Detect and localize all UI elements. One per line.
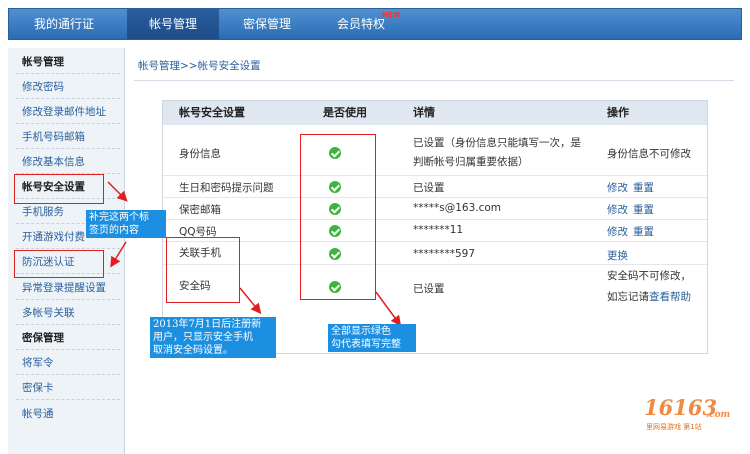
sidebar-divider [16, 399, 120, 400]
annotation-note-safecode: 2013年7月1日后注册新 用户，只显示安全手机 取消安全码设置。 [150, 317, 276, 358]
logo-tagline: 里网易游戏 第1站 [646, 423, 702, 431]
sidebar-item-security-card[interactable]: 密保卡 [8, 379, 124, 397]
row-identity-detail-line2: 判断帐号归属重要依据） [413, 156, 529, 168]
table-row-divider [163, 175, 707, 176]
note-line: 用户，只显示安全手机 [153, 332, 253, 343]
table-header: 帐号安全设置 是否使用 详情 操作 [163, 101, 707, 125]
logo-suffix: .com [706, 410, 731, 420]
note-line: 签页的内容 [89, 225, 139, 236]
sidebar-item-multi-account[interactable]: 多帐号关联 [8, 304, 124, 322]
row-identity-name: 身份信息 [179, 148, 221, 160]
sidebar-heading-security: 密保管理 [22, 332, 64, 344]
row-identity-detail-line1: 已设置（身份信息只能填写一次，是 [413, 137, 581, 149]
table-row-divider [163, 197, 707, 198]
note-line: 补完这两个标 [89, 212, 149, 223]
tab-my-passport[interactable]: 我的通行证 [9, 9, 119, 39]
column-header-in-use: 是否使用 [323, 106, 367, 119]
tab-account-management[interactable]: 帐号管理 [127, 9, 219, 39]
sidebar-divider [16, 299, 120, 300]
sidebar-item-mobile-email[interactable]: 手机号码邮箱 [8, 128, 124, 146]
table-row-divider [163, 241, 707, 242]
highlight-box-phone-safecode [166, 237, 240, 303]
tab-security-management[interactable]: 密保管理 [221, 9, 313, 39]
note-line: 2013年7月1日后注册新 [153, 319, 262, 330]
sidebar-divider [16, 148, 120, 149]
breadcrumb-divider [134, 80, 734, 81]
breadcrumb[interactable]: 帐号管理>>帐号安全设置 [138, 58, 261, 73]
highlight-box-anti-addiction [14, 250, 104, 278]
row-birthday-name: 生日和密码提示问题 [179, 182, 274, 194]
sidebar-item-abnormal-login[interactable]: 异常登录提醒设置 [8, 279, 124, 297]
modify-email-link[interactable]: 修改 [607, 202, 628, 217]
highlight-box-account-security [14, 174, 104, 204]
sidebar-divider [16, 98, 120, 99]
safecode-forgot-text: 如忘记请 [607, 291, 649, 303]
note-line: 勾代表填写完整 [331, 339, 401, 350]
column-header-setting: 帐号安全设置 [179, 106, 245, 119]
reset-qq-link[interactable]: 重置 [633, 224, 654, 239]
sidebar-divider [16, 123, 120, 124]
row-email-name: 保密邮箱 [179, 204, 221, 216]
annotation-note-tabs: 补完这两个标 签页的内容 [86, 210, 166, 238]
sidebar-heading-account: 帐号管理 [22, 56, 64, 68]
row-safecode-op-line2: 如忘记请查看帮助 [607, 289, 691, 304]
annotation-note-green: 全部显示绿色 勾代表填写完整 [328, 324, 416, 352]
column-header-actions: 操作 [607, 106, 629, 119]
row-email-detail: *****s@163.com [413, 202, 502, 214]
sidebar-divider [16, 324, 120, 325]
sidebar-item-token[interactable]: 将军令 [8, 354, 124, 372]
sidebar-item-account-pass[interactable]: 帐号通 [8, 405, 124, 423]
sidebar-divider [16, 349, 120, 350]
table-row-divider [163, 219, 707, 220]
sidebar-item-basic-info[interactable]: 修改基本信息 [8, 153, 124, 171]
row-qq-detail: *******11 [413, 224, 464, 236]
reset-birthday-link[interactable]: 重置 [633, 180, 654, 195]
row-identity-op: 身份信息不可修改 [607, 148, 691, 160]
row-safecode-detail: 已设置 [413, 283, 445, 295]
security-settings-table: 帐号安全设置 是否使用 详情 操作 身份信息 已设置（身份信息只能填写一次，是 … [162, 100, 708, 354]
modify-qq-link[interactable]: 修改 [607, 224, 628, 239]
row-safecode-op-line1: 安全码不可修改， [607, 270, 691, 282]
sidebar-divider [16, 374, 120, 375]
change-phone-link[interactable]: 更换 [607, 248, 628, 263]
highlight-box-in-use-column [300, 134, 376, 300]
sidebar-divider [16, 248, 120, 249]
view-help-link[interactable]: 查看帮助 [649, 291, 691, 303]
sidebar-item-change-login-email[interactable]: 修改登录邮件地址 [8, 103, 124, 121]
row-birthday-detail: 已设置 [413, 182, 445, 194]
note-line: 取消安全码设置。 [153, 345, 233, 356]
column-header-details: 详情 [413, 106, 435, 119]
sidebar-item-change-password[interactable]: 修改密码 [8, 78, 124, 96]
row-phone-detail: ********597 [413, 248, 476, 260]
new-badge: NEW [382, 11, 401, 19]
reset-email-link[interactable]: 重置 [633, 202, 654, 217]
note-line: 全部显示绿色 [331, 326, 391, 337]
top-navigation: 我的通行证 帐号管理 密保管理 会员特权 NEW [8, 8, 742, 40]
table-row-divider [163, 264, 707, 265]
sidebar-divider [16, 73, 120, 74]
modify-birthday-link[interactable]: 修改 [607, 180, 628, 195]
